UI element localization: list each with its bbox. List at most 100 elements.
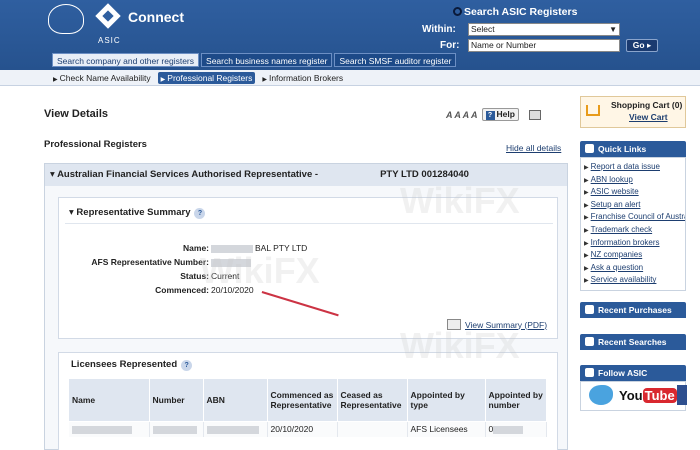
quick-link-ask-question[interactable]: ▶ Ask a question [581,263,685,276]
search-icon [585,337,594,346]
column-header: Appointed by number [485,379,547,421]
within-select[interactable]: Select ▼ [468,23,620,36]
triangle-right-icon: ▶ [160,77,166,83]
search-title: Search ASIC Registers [453,6,577,18]
quick-links-list: ▶ Report a data issue ▶ ABN lookup ▶ ASIC w… [580,157,686,291]
subnav-professional-registers[interactable]: ▶ Professional Registers [157,72,256,84]
tab-search-smsf[interactable]: Search SMSF auditor register [334,53,457,67]
follow-asic-header: Follow ASIC [580,365,686,381]
purchases-icon [585,305,594,314]
quick-link-report-data-issue[interactable]: ▶ Report a data issue [581,162,685,175]
redacted-text [318,169,381,180]
field-value-name: BAL PTY LTD [211,243,307,253]
triangle-right-icon: ▶ [53,77,58,83]
table-cell: 20/10/2020 [267,420,338,437]
column-header: Appointed by type [407,379,486,421]
links-icon [585,144,594,153]
help-icon: ? [485,111,495,120]
pdf-icon [447,319,461,330]
licensees-title: Licensees Represented? [71,359,193,371]
go-button[interactable]: Go ▸ [626,39,658,52]
view-cart-link[interactable]: View Cart [629,112,668,122]
register-tabs: Search company and other registers Searc… [52,53,457,67]
search-input[interactable]: Name or Number [468,39,620,52]
divider [65,223,553,224]
field-value-status: Current [211,271,240,281]
subnav-check-name[interactable]: ▶ Check Name Availability [50,72,154,84]
quick-link-service-availability[interactable]: ▶ Service availability [581,275,685,288]
licensees-represented: Licensees Represented? Name Number ABN C… [58,352,558,450]
help-button[interactable]: ? Help [481,108,519,121]
subnav-information-brokers[interactable]: ▶ Information Brokers [259,72,346,84]
help-icon[interactable]: ? [181,360,193,371]
table-cell: AFS Licensees [407,420,486,437]
font-size-icon[interactable]: A A A A [446,110,478,120]
sub-navigation: ▶ Check Name Availability ▶ Professional R… [0,70,700,86]
redacted-text [493,426,524,434]
field-label-name: Name: [183,243,209,253]
quick-link-information-brokers[interactable]: ▶ Information brokers [581,238,685,251]
coat-of-arms-icon [48,4,84,34]
recent-purchases-header[interactable]: Recent Purchases [580,302,686,318]
go-button-label: Go [632,40,645,50]
redacted-text [211,258,251,267]
column-header: Name [69,379,150,421]
quick-link-trademark-check[interactable]: ▶ Trademark check [581,225,685,238]
search-title-text: Search ASIC Registers [464,6,578,18]
redacted-text [152,426,197,434]
field-value-rep-number [211,257,253,267]
facebook-icon[interactable] [677,385,687,405]
field-label-status: Status: [180,271,209,281]
page-title: View Details [44,108,108,120]
site-header: ASIC Connect Search ASIC Registers Withi… [0,0,700,70]
hide-all-details-link[interactable]: Hide all details [506,143,561,153]
column-header: ABN [203,379,268,421]
follow-icon [585,368,594,377]
table-cell [69,420,150,437]
within-select-value: Select [471,24,495,34]
field-value-commenced: 20/10/2020 [211,285,254,295]
chevron-down-icon: ▼ [609,25,617,34]
twitter-icon[interactable] [589,385,613,405]
print-icon[interactable] [528,109,541,120]
quick-link-franchise-council[interactable]: ▶ Franchise Council of Australia [581,212,685,225]
quick-link-setup-alert[interactable]: ▶ Setup an alert [581,200,685,213]
cart-icon [586,105,600,116]
representative-summary: ▾ Representative Summary? Name: BAL PTY … [58,197,558,339]
column-header: Commenced as Representative [267,379,338,421]
field-label-rep-number: AFS Representative Number: [91,257,209,267]
section-title: Professional Registers [44,139,147,150]
collapse-icon: ▾ [50,169,58,180]
table-cell [337,420,408,437]
tab-search-business-names[interactable]: Search business names register [201,53,333,67]
for-label: For: [440,40,460,51]
recent-searches-header[interactable]: Recent Searches [580,334,686,350]
within-label: Within: [422,24,456,35]
redacted-text [211,244,253,253]
triangle-right-icon: ▶ [262,77,267,83]
field-label-commenced: Commenced: [155,285,209,295]
table-cell: 0 [485,420,547,437]
page-tools: A A A A ? Help [446,108,541,121]
table-cell [203,420,268,437]
table-row: 20/10/2020 AFS Licensees 0 [69,420,547,437]
youtube-icon[interactable]: You Tube [619,386,677,406]
quick-links-header: Quick Links [580,141,686,157]
quick-link-asic-website[interactable]: ▶ ASIC website [581,187,685,200]
tab-search-company[interactable]: Search company and other registers [52,53,200,67]
shopping-cart: Shopping Cart (0) View Cart [580,96,686,128]
licensees-table: Name Number ABN Commenced as Representat… [69,379,547,437]
rep-summary-title[interactable]: ▾ Representative Summary? [69,207,206,219]
cart-title: Shopping Cart (0) [611,100,683,110]
afs-panel-header[interactable]: ▾ Australian Financial Services Authoris… [45,164,567,186]
view-summary-pdf-link[interactable]: View Summary (PDF) [447,319,547,330]
afs-panel: ▾ Australian Financial Services Authoris… [44,163,568,450]
search-icon [453,7,462,16]
column-header: Number [149,379,204,421]
logo-asic-text: ASIC [98,36,121,45]
help-icon[interactable]: ? [194,208,206,219]
quick-link-abn-lookup[interactable]: ▶ ABN lookup [581,175,685,188]
redacted-text [206,426,259,434]
logo-connect-text[interactable]: Connect [128,9,184,25]
quick-link-nz-companies[interactable]: ▶ NZ companies [581,250,685,263]
